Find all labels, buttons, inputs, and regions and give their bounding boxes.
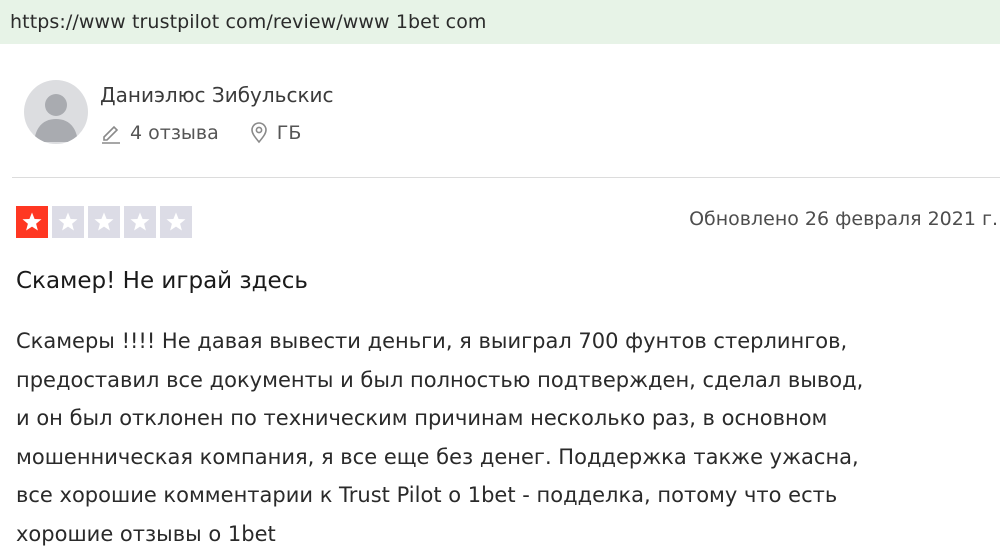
review-body-line: Скамеры !!!! Не давая вывести деньги, я …: [16, 329, 848, 353]
star-empty-icon: [160, 206, 192, 238]
reviewer-header: Даниэлюс Зибульскис 4 отзыва ГБ: [24, 80, 334, 144]
star-filled-icon: [16, 206, 48, 238]
review-title[interactable]: Скамер! Не играй здесь: [16, 268, 308, 294]
url-text[interactable]: https://www trustpilot com/review/www 1b…: [10, 11, 487, 33]
pencil-icon: [100, 122, 122, 144]
review-body-line: и он был отклонен по техническим причина…: [16, 406, 828, 430]
reviewer-name[interactable]: Даниэлюс Зибульскис: [100, 82, 334, 108]
location-group: ГБ: [249, 122, 302, 144]
star-empty-icon: [124, 206, 156, 238]
star-empty-icon: [52, 206, 84, 238]
review-count: 4 отзыва: [130, 122, 219, 144]
user-avatar-icon[interactable]: [24, 80, 88, 144]
review-body-line: хорошие отзывы о 1bet: [16, 521, 276, 546]
review-body-line: мошенническая компания, я все еще без де…: [16, 444, 859, 469]
review-body-line: все хорошие комментарии к Trust Pilot о …: [16, 483, 838, 507]
reviewer-country: ГБ: [276, 122, 302, 144]
divider: [12, 177, 1000, 178]
address-bar[interactable]: https://www trustpilot com/review/www 1b…: [0, 0, 1000, 44]
review-body-line: предоставил все документы и был полность…: [16, 367, 864, 392]
star-empty-icon: [88, 206, 120, 238]
location-pin-icon: [249, 122, 269, 144]
reviewer-info: Даниэлюс Зибульскис 4 отзыва ГБ: [100, 82, 334, 144]
review-body: Скамеры !!!! Не давая вывести деньги, я …: [16, 322, 1000, 553]
star-rating: [16, 206, 196, 238]
review-count-group: 4 отзыва: [100, 122, 219, 144]
review-date: Обновлено 26 февраля 2021 г.: [689, 208, 998, 230]
reviewer-meta: 4 отзыва ГБ: [100, 122, 334, 144]
